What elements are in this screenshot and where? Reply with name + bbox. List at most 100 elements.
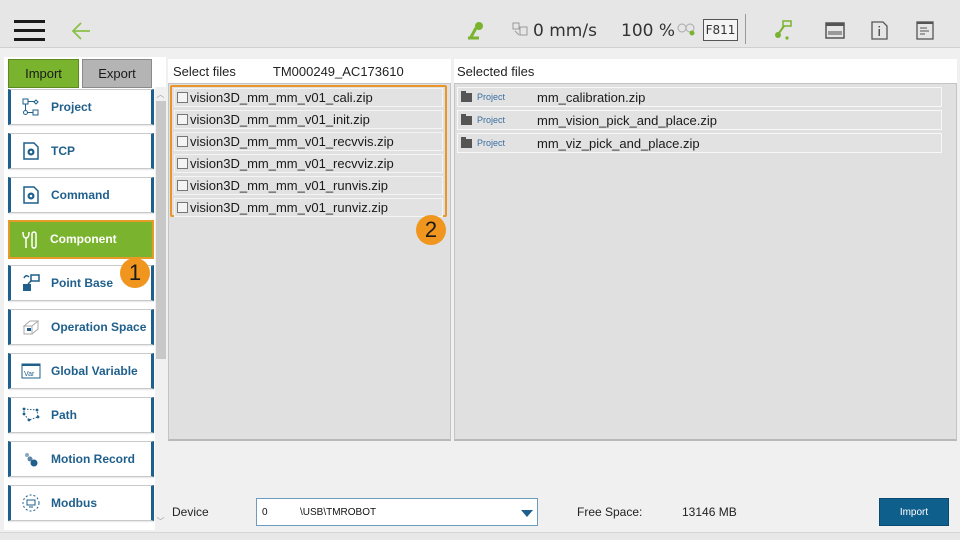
menu-item-label: Point Base — [51, 275, 114, 290]
var-icon: Var — [11, 359, 51, 383]
device-path: \USB\TMROBOT — [300, 507, 377, 518]
point-base-icon — [11, 271, 51, 295]
annotation-badge-1: 1 — [120, 258, 150, 288]
keyboard-icon[interactable] — [824, 19, 846, 41]
menu-item-modbus[interactable]: Modbus — [8, 485, 154, 521]
menu-item-command[interactable]: Command — [8, 177, 154, 213]
select-files-header: Select files TM000249_AC173610 — [168, 59, 451, 83]
scroll-thumb[interactable] — [156, 101, 166, 359]
selected-files-title: Selected files — [457, 63, 535, 79]
robot-arm-icon[interactable] — [465, 19, 487, 41]
device-index: 0 — [262, 507, 268, 518]
top-bar: 0 mm/s 100 % F811 — [0, 0, 960, 48]
file-type: Project — [477, 115, 506, 125]
select-files-title: Select files — [173, 63, 236, 79]
gear-icon — [11, 139, 51, 163]
operation-space-icon — [11, 315, 51, 339]
svg-text:Var: Var — [24, 371, 35, 378]
file-row[interactable]: vision3D_mm_mm_v01_runvis.zip — [174, 176, 443, 195]
file-row[interactable]: vision3D_mm_mm_v01_cali.zip — [174, 88, 443, 107]
file-name: vision3D_mm_mm_v01_recvvis.zip — [190, 134, 394, 149]
menu-item-label: Motion Record — [51, 451, 135, 466]
left-scrollbar[interactable]: ︿ ﹀ — [155, 87, 166, 530]
speed-percent: 100 % — [621, 21, 676, 41]
file-row[interactable]: vision3D_mm_mm_v01_recvviz.zip — [174, 154, 443, 173]
menu-item-label: Path — [51, 407, 78, 422]
free-space-value: 13146 MB — [682, 505, 737, 519]
info-icon[interactable] — [868, 19, 890, 41]
modbus-icon — [11, 491, 51, 515]
menu-item-operation-space[interactable]: Operation Space — [8, 309, 154, 345]
arrow-left-icon[interactable] — [70, 18, 94, 44]
selected-file-row[interactable]: Project mm_viz_pick_and_place.zip — [457, 133, 942, 153]
file-type: Project — [477, 138, 506, 148]
file-row[interactable]: vision3D_mm_mm_v01_recvvis.zip — [174, 132, 443, 151]
menu-item-label: Global Variable — [51, 363, 138, 378]
file-row[interactable]: vision3D_mm_mm_v01_init.zip — [174, 110, 443, 129]
select-files-list: vision3D_mm_mm_v01_cali.zip vision3D_mm_… — [168, 83, 451, 441]
menu-item-tcp[interactable]: TCP — [8, 133, 154, 169]
speed-icon — [511, 19, 531, 41]
log-icon[interactable] — [914, 19, 936, 41]
file-name: vision3D_mm_mm_v01_recvviz.zip — [190, 156, 394, 171]
robot-status-icon[interactable] — [772, 19, 794, 41]
checkbox[interactable] — [177, 202, 188, 213]
firmware-label: F811 — [703, 19, 738, 41]
left-panel: Import Export Project TCP Command Compon… — [4, 57, 166, 530]
selected-files-list: Project mm_calibration.zip Project mm_vi… — [454, 83, 957, 441]
file-highlight-box: vision3D_mm_mm_v01_cali.zip vision3D_mm_… — [170, 85, 447, 217]
folder-icon — [461, 136, 472, 148]
menu-item-component[interactable]: Component — [8, 220, 154, 259]
scroll-down-icon[interactable]: ﹀ — [155, 516, 166, 528]
path-icon — [11, 403, 51, 427]
hamburger-icon[interactable] — [14, 20, 46, 42]
menu-item-project[interactable]: Project — [8, 89, 154, 125]
divider — [745, 14, 746, 44]
zoom-in-out-icon[interactable] — [677, 19, 697, 41]
app-window: 0 mm/s 100 % F811 Import Export Project — [0, 0, 960, 540]
file-name: vision3D_mm_mm_v01_runvis.zip — [190, 178, 388, 193]
selected-file-row[interactable]: Project mm_vision_pick_and_place.zip — [457, 110, 942, 130]
gear-icon — [11, 183, 51, 207]
file-name: mm_viz_pick_and_place.zip — [537, 135, 700, 151]
import-button[interactable]: Import — [879, 498, 949, 526]
checkbox[interactable] — [177, 92, 188, 103]
selected-file-row[interactable]: Project mm_calibration.zip — [457, 87, 942, 107]
file-row[interactable]: vision3D_mm_mm_v01_runviz.zip — [174, 198, 443, 217]
chevron-down-icon — [521, 510, 533, 517]
annotation-badge-2: 2 — [416, 215, 446, 245]
checkbox[interactable] — [177, 114, 188, 125]
checkbox[interactable] — [177, 158, 188, 169]
file-name: vision3D_mm_mm_v01_init.zip — [190, 112, 370, 127]
menu-item-label: Project — [51, 99, 92, 114]
file-name: vision3D_mm_mm_v01_runviz.zip — [190, 200, 388, 215]
folder-icon — [461, 90, 472, 102]
tools-icon — [10, 228, 50, 252]
device-label: Device — [172, 505, 209, 519]
file-name: vision3D_mm_mm_v01_cali.zip — [190, 90, 373, 105]
menu-item-motion-record[interactable]: Motion Record — [8, 441, 154, 477]
device-select[interactable]: 0 \USB\TMROBOT — [256, 498, 538, 526]
menu-item-label: TCP — [51, 143, 75, 158]
menu-item-label: Modbus — [51, 495, 97, 510]
tab-export[interactable]: Export — [82, 59, 152, 88]
checkbox[interactable] — [177, 136, 188, 147]
select-files-folder: TM000249_AC173610 — [272, 63, 404, 79]
speed-readout: 0 mm/s — [533, 21, 597, 41]
free-space-label: Free Space: — [577, 505, 643, 519]
checkbox[interactable] — [177, 180, 188, 191]
tab-import[interactable]: Import — [8, 59, 79, 88]
file-type: Project — [477, 92, 506, 102]
selected-files-header: Selected files — [454, 59, 957, 83]
menu-item-global-variable[interactable]: Var Global Variable — [8, 353, 154, 389]
menu-item-path[interactable]: Path — [8, 397, 154, 433]
bottom-strip — [0, 532, 960, 540]
motion-record-icon — [11, 447, 51, 471]
project-flow-icon — [11, 95, 51, 119]
menu-item-label: Command — [51, 187, 110, 202]
menu-item-label: Component — [50, 232, 117, 246]
folder-icon — [461, 113, 472, 125]
menu-item-label: Operation Space — [51, 319, 147, 334]
file-name: mm_calibration.zip — [537, 89, 646, 105]
scroll-up-icon[interactable]: ︿ — [155, 89, 166, 101]
